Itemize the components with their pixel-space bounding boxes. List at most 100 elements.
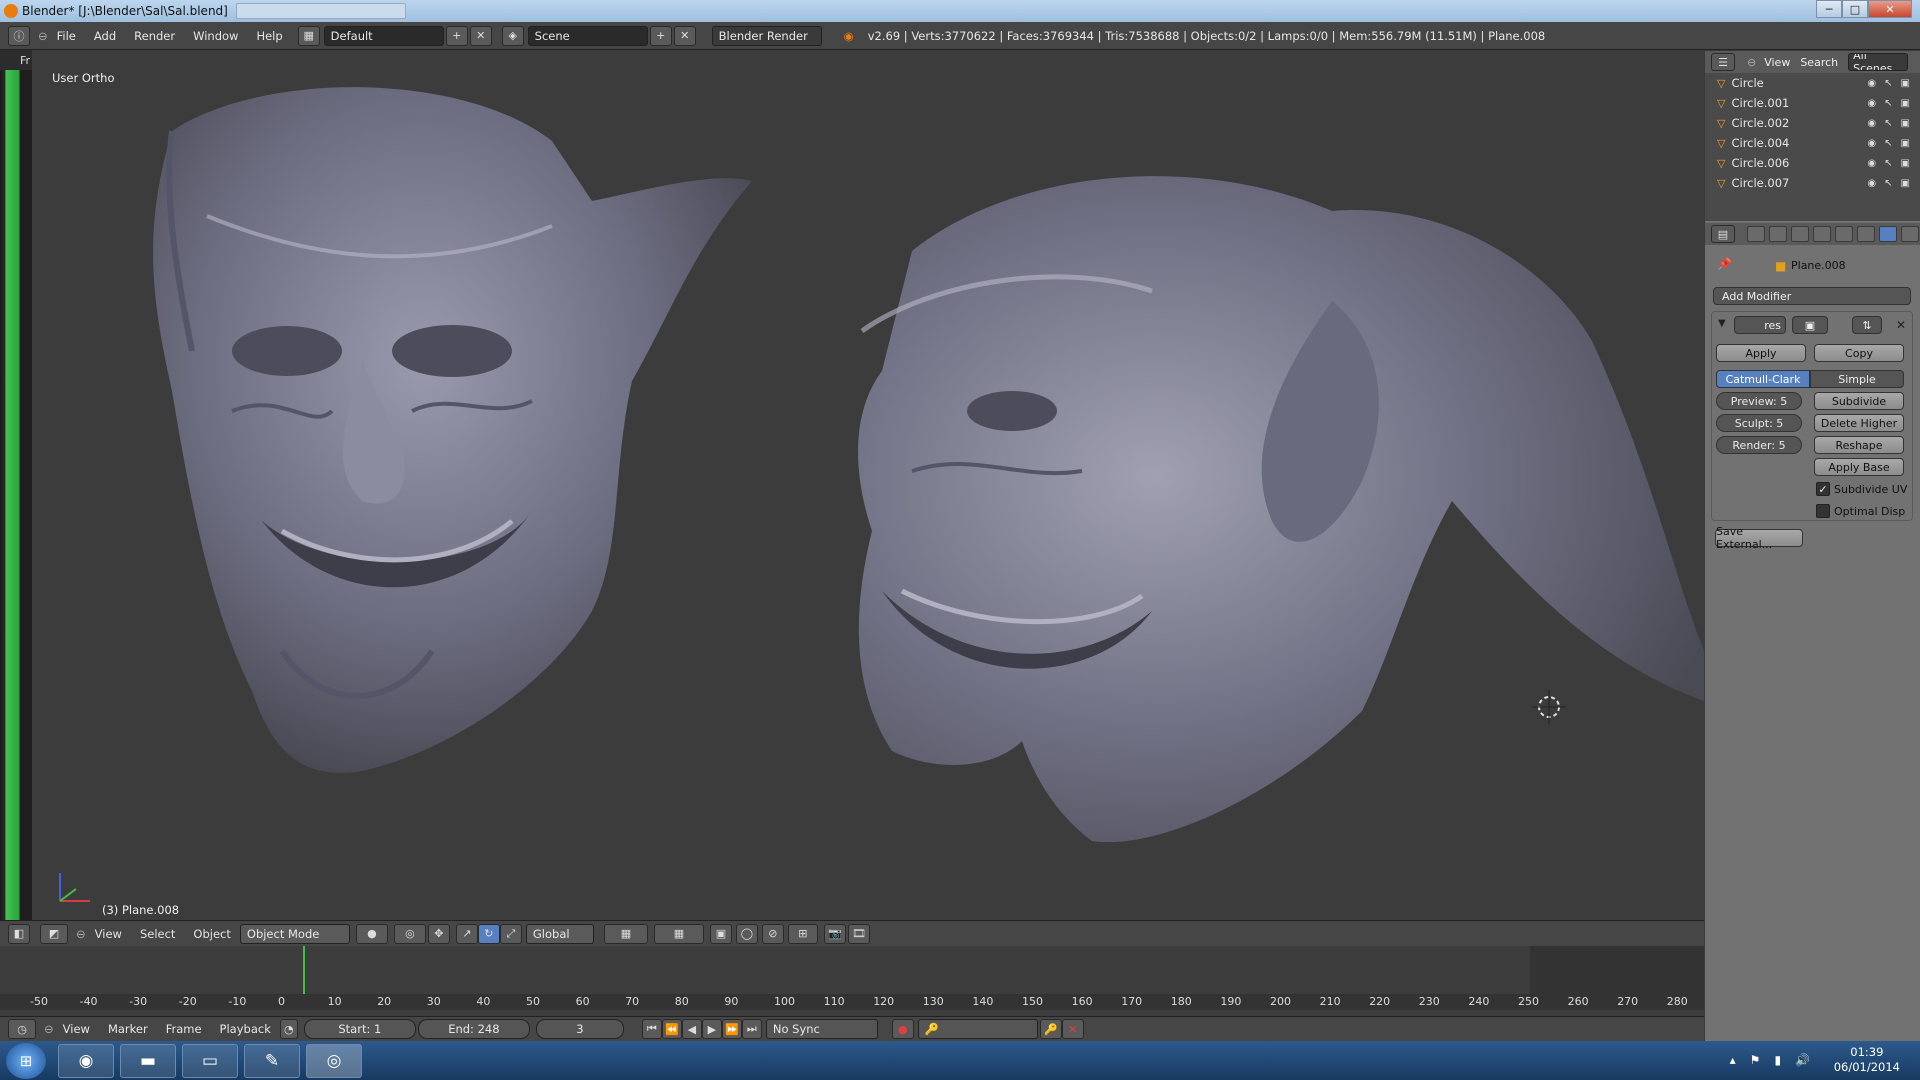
sync-mode-select[interactable]: No Sync xyxy=(765,1019,878,1039)
orientation-select[interactable]: Global xyxy=(525,923,594,944)
close-window-button[interactable]: ✕ xyxy=(1868,0,1912,18)
jump-start-icon[interactable]: ⏮ xyxy=(641,1019,662,1039)
add-layout-icon[interactable]: + xyxy=(445,25,468,46)
outliner-search-menu[interactable]: Search xyxy=(1800,56,1838,69)
outliner-row[interactable]: ▽ Circle.001 ◉ ↖ ▣ xyxy=(1705,93,1920,113)
proportional-edit-icon[interactable]: ◯ xyxy=(735,923,758,944)
screen-layout-field[interactable]: Default xyxy=(323,25,444,46)
menu-file[interactable]: File xyxy=(57,29,76,43)
rotate-icon[interactable]: ↻ xyxy=(477,923,500,944)
scene-field[interactable]: Scene xyxy=(527,25,648,46)
selectable-cursor-icon[interactable]: ↖ xyxy=(1884,158,1892,169)
outliner-editor-icon[interactable]: ☰ xyxy=(1711,53,1735,71)
3d-editor-type-icon[interactable]: ◧ xyxy=(8,923,30,944)
move-modifier-icon[interactable]: ⇅ xyxy=(1852,316,1882,334)
world-tab-icon[interactable] xyxy=(1813,226,1831,242)
snap-toggle-icon[interactable]: ⊘ xyxy=(761,923,784,944)
preview-level-field[interactable]: Preview: 5 xyxy=(1716,392,1802,410)
network-icon[interactable]: ▮ xyxy=(1774,1053,1781,1067)
snap-element-icon[interactable]: ⊞ xyxy=(787,923,818,944)
current-frame-playhead[interactable] xyxy=(302,946,305,994)
selectable-cursor-icon[interactable]: ↖ xyxy=(1884,78,1892,89)
volume-icon[interactable]: 🔊 xyxy=(1795,1053,1810,1067)
menu-add[interactable]: Add xyxy=(94,29,116,43)
selectable-cursor-icon[interactable]: ↖ xyxy=(1884,118,1892,129)
modifiers-tab-icon[interactable] xyxy=(1879,226,1897,242)
keying-set-field[interactable]: 🔑 xyxy=(917,1019,1038,1039)
scene-tab-icon[interactable] xyxy=(1791,226,1809,242)
catmull-clark-option[interactable]: Catmull-Clark xyxy=(1716,370,1810,388)
menu-window[interactable]: Window xyxy=(193,29,238,43)
opengl-render-icon[interactable]: 📷 xyxy=(823,923,846,944)
display-mode-select[interactable]: All Scenes xyxy=(1848,53,1909,71)
remove-scene-icon[interactable]: ✕ xyxy=(673,25,696,46)
outliner-row[interactable]: ▽ Circle.004 ◉ ↖ ▣ xyxy=(1705,133,1920,153)
save-external-button[interactable]: Save External... xyxy=(1715,525,1803,551)
header-collapse-icon[interactable]: ⊖ xyxy=(76,927,86,941)
timeline-menu-marker[interactable]: Marker xyxy=(108,1022,148,1036)
notepad-taskbar-icon[interactable]: ✎ xyxy=(244,1043,300,1078)
maximize-button[interactable]: □ xyxy=(1842,0,1868,18)
timeline-collapse-icon[interactable]: ⊖ xyxy=(44,1022,54,1036)
timeline-menu-frame[interactable]: Frame xyxy=(166,1022,202,1036)
renderable-camera-icon[interactable]: ▣ xyxy=(1901,78,1910,89)
modifier-name-field[interactable]: res xyxy=(1734,316,1786,334)
collapse-arrow-icon[interactable]: ▼ xyxy=(1718,318,1726,329)
renderable-camera-icon[interactable]: ▣ xyxy=(1901,158,1910,169)
delete-modifier-icon[interactable]: ✕ xyxy=(1896,318,1906,332)
jump-keyframe-forward-icon[interactable]: ⏩ xyxy=(721,1019,742,1039)
timeline-menu-view[interactable]: View xyxy=(63,1022,90,1036)
renderable-camera-icon[interactable]: ▣ xyxy=(1901,178,1910,189)
apply-base-button[interactable]: Apply Base xyxy=(1814,458,1904,476)
layers-grid-icon[interactable]: ▦ xyxy=(653,923,704,944)
chrome-taskbar-icon[interactable]: ◉ xyxy=(58,1043,114,1078)
add-scene-icon[interactable]: + xyxy=(649,25,672,46)
selectable-cursor-icon[interactable]: ↖ xyxy=(1884,138,1892,149)
subdivide-button[interactable]: Subdivide xyxy=(1814,392,1904,410)
add-modifier-dropdown[interactable]: Add Modifier xyxy=(1713,287,1911,305)
selectable-cursor-icon[interactable]: ↖ xyxy=(1884,98,1892,109)
opengl-anim-icon[interactable]: 🎞 xyxy=(847,923,870,944)
renderable-camera-icon[interactable]: ▣ xyxy=(1901,138,1910,149)
visibility-eye-icon[interactable]: ◉ xyxy=(1867,178,1876,189)
data-tab-icon[interactable] xyxy=(1901,226,1919,242)
current-frame-field[interactable]: 3 xyxy=(535,1019,624,1039)
play-icon[interactable]: ▶ xyxy=(701,1019,722,1039)
layer-lock-icon[interactable]: ▣ xyxy=(709,923,732,944)
outliner-row[interactable]: ▽ Circle.007 ◉ ↖ ▣ xyxy=(1705,173,1920,193)
3d-cursor-icon[interactable] xyxy=(1532,690,1566,724)
renderable-camera-icon[interactable]: ▣ xyxy=(1901,98,1910,109)
jump-end-icon[interactable]: ⏭ xyxy=(741,1019,762,1039)
shading-select-icon[interactable]: ● xyxy=(355,923,388,944)
timeline-menu-playback[interactable]: Playback xyxy=(220,1022,271,1036)
start-frame-field[interactable]: Start: 1 xyxy=(303,1019,416,1039)
render-engine-select[interactable]: Blender Render xyxy=(711,25,822,46)
renderable-camera-icon[interactable]: ▣ xyxy=(1901,118,1910,129)
preview-range-icon[interactable]: ◔ xyxy=(279,1019,298,1039)
timeline-editor-icon[interactable]: ◷ xyxy=(8,1019,36,1039)
collapse-menu-icon[interactable]: ⊖ xyxy=(38,29,48,43)
constraints-tab-icon[interactable] xyxy=(1857,226,1875,242)
optimal-disp-checkbox[interactable] xyxy=(1816,504,1830,518)
visibility-eye-icon[interactable]: ◉ xyxy=(1867,78,1876,89)
visibility-eye-icon[interactable]: ◉ xyxy=(1867,158,1876,169)
remove-layout-icon[interactable]: ✕ xyxy=(469,25,492,46)
properties-editor-icon[interactable]: ▤ xyxy=(1711,225,1735,243)
auto-keyframe-icon[interactable]: ● xyxy=(891,1019,914,1039)
outliner-row[interactable]: ▽ Circle ◉ ↖ ▣ xyxy=(1705,73,1920,93)
mode-select[interactable]: Object Mode xyxy=(239,923,350,944)
system-clock[interactable]: 01:39 06/01/2014 xyxy=(1834,1045,1900,1075)
manipulator-toggle-icon[interactable]: ✥ xyxy=(427,923,450,944)
outliner-view-menu[interactable]: View xyxy=(1764,56,1790,69)
jump-keyframe-back-icon[interactable]: ⏪ xyxy=(661,1019,682,1039)
visibility-eye-icon[interactable]: ◉ xyxy=(1867,118,1876,129)
simple-option[interactable]: Simple xyxy=(1810,370,1904,388)
render-level-field[interactable]: Render: 5 xyxy=(1716,436,1802,454)
outliner-collapse-icon[interactable]: ⊖ xyxy=(1747,56,1756,69)
apply-button[interactable]: Apply xyxy=(1716,344,1806,362)
render-tab-icon[interactable] xyxy=(1747,226,1765,242)
scale-icon[interactable]: ⤢ xyxy=(499,923,522,944)
object-tab-icon[interactable] xyxy=(1835,226,1853,242)
sculpt-level-field[interactable]: Sculpt: 5 xyxy=(1716,414,1802,432)
pivot-select-icon[interactable]: ◎ xyxy=(393,923,426,944)
